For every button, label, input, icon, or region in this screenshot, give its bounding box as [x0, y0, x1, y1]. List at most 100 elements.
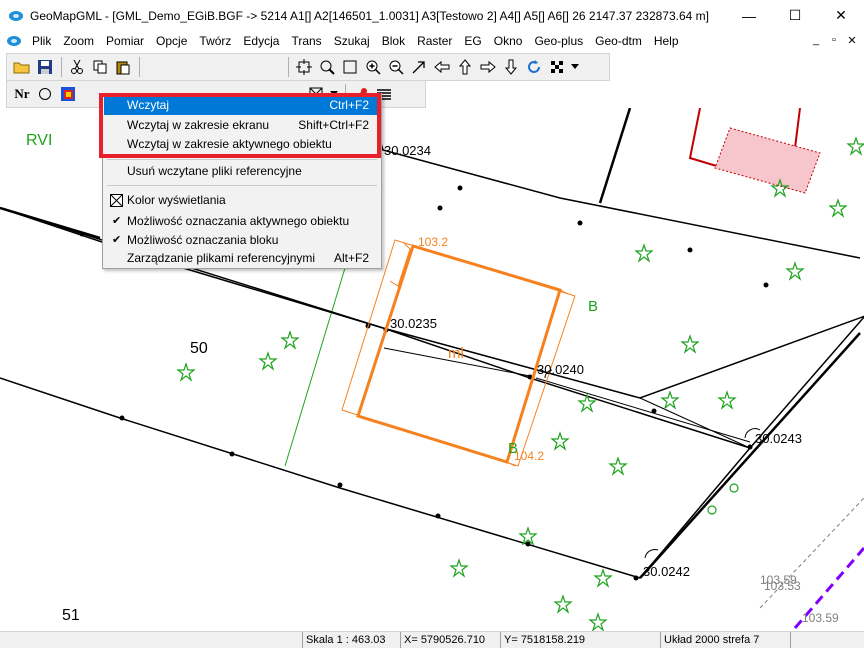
menu-item-label: Wczytaj w zakresie ekranu	[127, 118, 270, 132]
menu-item-label: Wczytaj	[127, 98, 169, 112]
menu-separator	[107, 185, 377, 186]
arrow-left-icon[interactable]	[431, 56, 453, 78]
coordinate-system-readout: Układ 2000 strefa 7	[660, 632, 790, 648]
building-type-label: ml	[448, 345, 464, 362]
menu-okno[interactable]: Okno	[488, 31, 529, 51]
cut-icon[interactable]	[66, 56, 88, 78]
toolbar-separator	[288, 57, 289, 77]
menu-item-oznaczanie-bloku[interactable]: ✔ Możliwość oznaczania bloku	[104, 231, 380, 250]
zoom-in-icon[interactable]	[362, 56, 384, 78]
paste-icon[interactable]	[112, 56, 134, 78]
status-empty-cell	[790, 632, 864, 648]
maximize-button[interactable]: ☐	[772, 0, 818, 31]
arrow-up-icon[interactable]	[454, 56, 476, 78]
land-use-label: B	[588, 298, 598, 315]
save-icon[interactable]	[34, 56, 56, 78]
refresh-icon[interactable]	[523, 56, 545, 78]
menu-item-label: Kolor wyświetlania	[127, 193, 226, 207]
minimize-button[interactable]: —	[726, 0, 772, 31]
scale-readout: Skala 1 : 463.03	[302, 632, 400, 648]
color-box-icon	[110, 194, 123, 207]
arrow-right-icon[interactable]	[477, 56, 499, 78]
menu-item-shortcut: Ctrl+F2	[329, 98, 369, 112]
x-coordinate-readout: X= 5790526.710	[400, 632, 500, 648]
document-system-icon[interactable]	[6, 34, 22, 48]
land-class-label: RVI	[26, 132, 52, 149]
mdi-restore-button[interactable]: ▫	[828, 33, 840, 47]
height-label: 103.59	[802, 611, 839, 625]
status-bar: Skala 1 : 463.03 X= 5790526.710 Y= 75181…	[0, 631, 864, 648]
height-label: 104.2	[514, 449, 544, 463]
arrow-down-icon[interactable]	[500, 56, 522, 78]
menu-trans[interactable]: Trans	[285, 31, 327, 51]
menu-zoom[interactable]: Zoom	[57, 31, 100, 51]
menu-item-label: Możliwość oznaczania aktywnego obiektu	[127, 214, 350, 228]
checkerboard-icon[interactable]	[546, 56, 568, 78]
toolbar-separator	[61, 57, 62, 77]
dimension-arcs	[544, 369, 761, 559]
menu-item-shortcut: Alt+F2	[333, 251, 369, 265]
copy-icon[interactable]	[89, 56, 111, 78]
menu-geo-dtm[interactable]: Geo-dtm	[589, 31, 648, 51]
menu-item-label: Możliwość oznaczania bloku	[127, 233, 279, 247]
menu-bar: Plik Zoom Pomiar Opcje Twórz Edycja Tran…	[0, 31, 864, 51]
mdi-close-button[interactable]: ✕	[846, 33, 858, 47]
menu-item-wczytaj[interactable]: Wczytaj Ctrl+F2	[104, 96, 380, 115]
menu-item-wczytaj-obiekt[interactable]: Wczytaj w zakresie aktywnego obiektu	[104, 135, 380, 154]
mdi-minimize-button[interactable]: _	[810, 33, 822, 47]
menu-help[interactable]: Help	[648, 31, 685, 51]
menu-item-wczytaj-ekran[interactable]: Wczytaj w zakresie ekranu Shift+Ctrl+F2	[104, 116, 380, 135]
checkmark-icon: ✔	[112, 234, 122, 246]
menu-geo-plus[interactable]: Geo-plus	[528, 31, 589, 51]
color-layers-icon[interactable]	[57, 83, 79, 105]
menu-item-label: Usuń wczytane pliki referencyjne	[127, 164, 302, 178]
menu-pomiar[interactable]: Pomiar	[100, 31, 150, 51]
menu-blok[interactable]: Blok	[376, 31, 411, 51]
toolbar-separator	[139, 57, 140, 77]
menu-item-oznaczanie-obiektu[interactable]: ✔ Możliwość oznaczania aktywnego obiektu	[104, 212, 380, 231]
checkmark-icon: ✔	[112, 215, 122, 227]
menu-item-kolor[interactable]: Kolor wyświetlania	[104, 191, 380, 210]
title-bar: GeoMapGML - [GML_Demo_EGiB.BGF -> 5214 A…	[0, 0, 864, 31]
menu-item-label: Wczytaj w zakresie aktywnego obiektu	[127, 137, 332, 151]
close-button[interactable]: ✕	[818, 0, 864, 31]
menu-separator	[107, 159, 377, 160]
parcel-number-label: 50	[190, 340, 208, 357]
mdi-controls: _ ▫ ✕	[810, 33, 858, 47]
menu-item-usun-pliki[interactable]: Usuń wczytane pliki referencyjne	[104, 162, 380, 181]
menu-edycja[interactable]: Edycja	[237, 31, 285, 51]
point-label: 30.0243	[755, 431, 802, 446]
circle-icon[interactable]	[34, 83, 56, 105]
reference-files-menu: Wczytaj Ctrl+F2 Wczytaj w zakresie ekran…	[102, 93, 382, 269]
y-coordinate-readout: Y= 7518158.219	[500, 632, 660, 648]
arrow-ne-icon[interactable]	[408, 56, 430, 78]
menu-item-label: Zarządzanie plikami referencyjnymi	[127, 251, 316, 265]
window-title: GeoMapGML - [GML_Demo_EGiB.BGF -> 5214 A…	[30, 8, 709, 23]
point-label: 30.0242	[643, 564, 690, 579]
menu-eg[interactable]: EG	[458, 31, 487, 51]
red-building	[688, 108, 821, 194]
point-label: 30.0234	[384, 143, 431, 158]
zoom-out-icon[interactable]	[385, 56, 407, 78]
point-label: 30.0235	[390, 316, 437, 331]
menu-item-shortcut: Shift+Ctrl+F2	[298, 118, 369, 132]
zoom-extents-icon[interactable]	[293, 56, 315, 78]
menu-plik[interactable]: Plik	[26, 31, 57, 51]
menu-item-zarzadzanie[interactable]: Zarządzanie plikami referencyjnymi Alt+F…	[104, 249, 380, 268]
zoom-previous-icon[interactable]	[316, 56, 338, 78]
menu-szukaj[interactable]: Szukaj	[328, 31, 376, 51]
height-label: 103.53	[764, 579, 801, 593]
point-label: 30.0240	[537, 362, 584, 377]
menu-tworz[interactable]: Twórz	[193, 31, 237, 51]
point-number-button[interactable]: Nr	[11, 83, 33, 105]
land-use-boundary	[284, 267, 346, 467]
parcel-number-label: 51	[62, 607, 80, 624]
open-folder-icon[interactable]	[11, 56, 33, 78]
menu-opcje[interactable]: Opcje	[150, 31, 193, 51]
zoom-window-icon[interactable]	[339, 56, 361, 78]
height-label: 103.2	[418, 235, 448, 249]
main-toolbar	[6, 53, 610, 81]
chevron-down-icon[interactable]	[569, 56, 581, 78]
menu-raster[interactable]: Raster	[411, 31, 458, 51]
nr-label: Nr	[14, 86, 30, 101]
